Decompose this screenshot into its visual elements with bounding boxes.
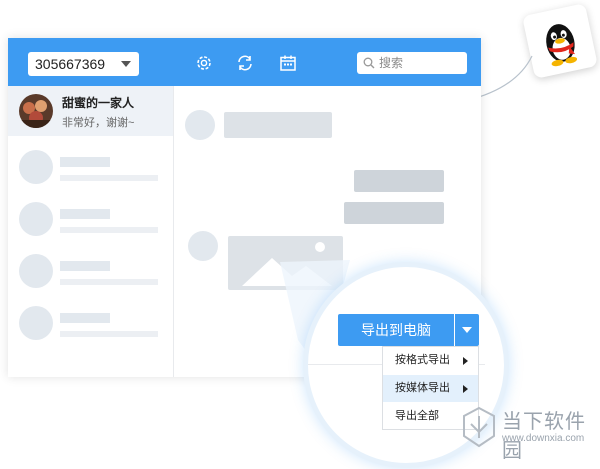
chevron-down-icon bbox=[462, 327, 472, 333]
watermark-logo-icon bbox=[463, 406, 495, 448]
message-bubble bbox=[224, 112, 332, 138]
contact-list: 甜蜜的一家人 非常好，谢谢~ bbox=[8, 86, 174, 377]
contact-name: 甜蜜的一家人 bbox=[62, 96, 135, 110]
menu-item-label: 按媒体导出 bbox=[395, 382, 450, 394]
export-dropdown-toggle[interactable] bbox=[455, 314, 479, 346]
account-selector[interactable]: 305667369 bbox=[28, 52, 139, 76]
chevron-down-icon bbox=[121, 61, 131, 67]
avatar-placeholder bbox=[19, 254, 53, 288]
avatar-placeholder bbox=[19, 202, 53, 236]
avatar bbox=[19, 94, 53, 128]
avatar-placeholder bbox=[19, 150, 53, 184]
message-placeholder bbox=[60, 331, 158, 337]
message-placeholder bbox=[60, 175, 158, 181]
contact-last-message: 非常好，谢谢~ bbox=[62, 117, 135, 129]
name-placeholder bbox=[60, 157, 110, 167]
name-placeholder bbox=[60, 313, 110, 323]
toolbar: 305667369 搜索 bbox=[8, 38, 481, 86]
menu-item-export-by-media[interactable]: 按媒体导出 bbox=[383, 375, 478, 402]
name-placeholder bbox=[60, 261, 110, 271]
watermark-url: www.downxia.com bbox=[502, 433, 585, 444]
message-placeholder bbox=[60, 279, 158, 285]
search-placeholder: 搜索 bbox=[379, 56, 404, 70]
chevron-right-icon bbox=[463, 385, 468, 393]
chevron-right-icon bbox=[463, 357, 468, 365]
watermark: 当下软件园 www.downxia.com bbox=[454, 400, 600, 462]
list-item[interactable] bbox=[8, 244, 173, 296]
search-input[interactable]: 搜索 bbox=[357, 52, 467, 74]
list-item[interactable] bbox=[8, 296, 173, 348]
menu-item-export-by-format[interactable]: 按格式导出 bbox=[383, 347, 478, 374]
search-icon bbox=[363, 57, 375, 69]
avatar-placeholder bbox=[19, 306, 53, 340]
menu-item-label: 导出全部 bbox=[395, 410, 439, 422]
menu-item-label: 按格式导出 bbox=[395, 354, 450, 366]
export-to-pc-button[interactable]: 导出到电脑 bbox=[338, 314, 454, 346]
name-placeholder bbox=[60, 209, 110, 219]
list-item[interactable] bbox=[8, 140, 173, 192]
gear-icon[interactable] bbox=[195, 54, 213, 72]
calendar-icon[interactable] bbox=[279, 54, 297, 72]
account-number: 305667369 bbox=[35, 56, 106, 72]
message-placeholder bbox=[60, 227, 158, 233]
refresh-icon[interactable] bbox=[236, 54, 254, 72]
chat-avatar-placeholder bbox=[185, 110, 215, 140]
message-bubble bbox=[354, 170, 444, 192]
contact-item-active[interactable]: 甜蜜的一家人 非常好，谢谢~ bbox=[8, 86, 173, 136]
list-item[interactable] bbox=[8, 192, 173, 244]
message-bubble bbox=[344, 202, 444, 224]
chat-avatar-placeholder bbox=[188, 231, 218, 261]
